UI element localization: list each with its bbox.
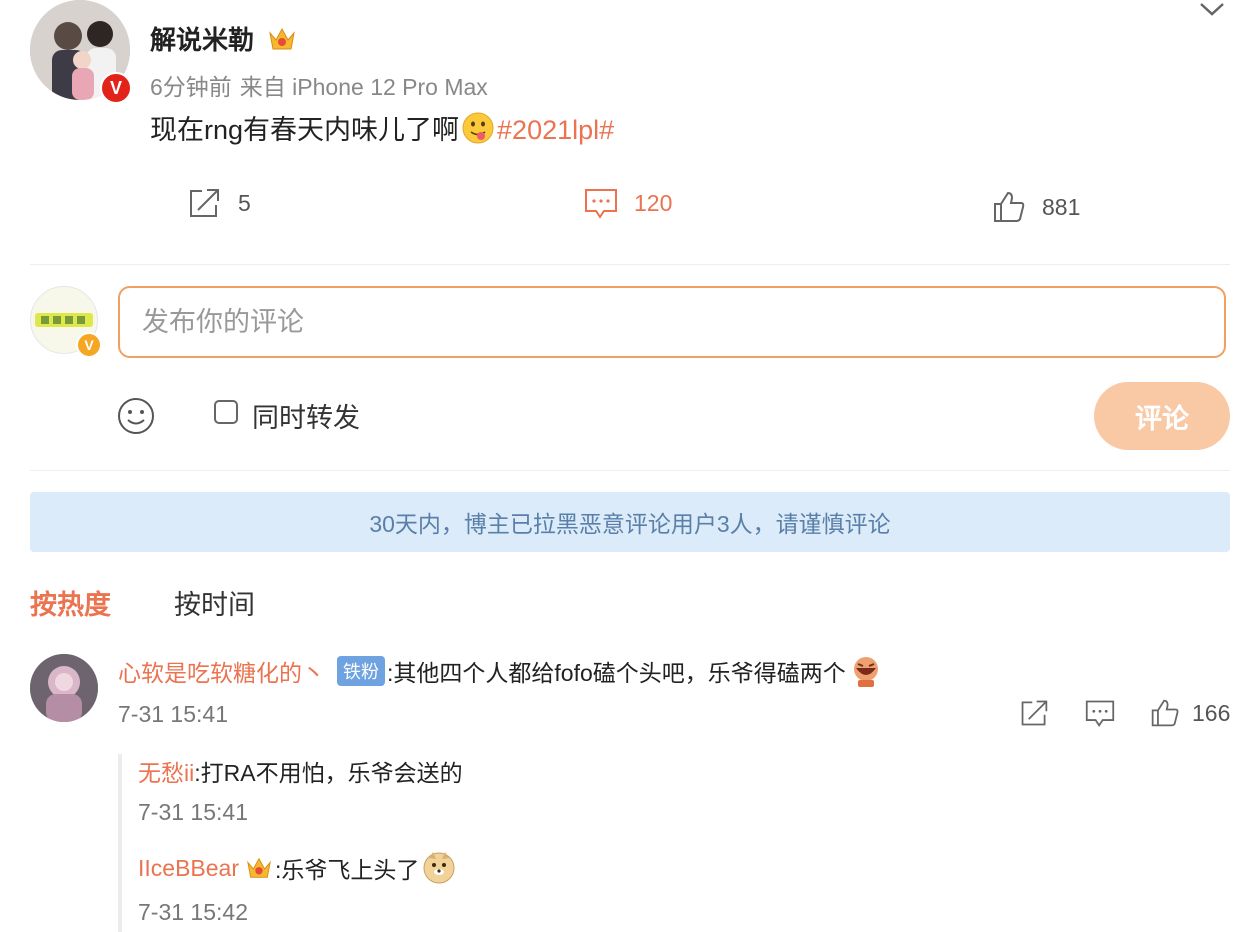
thumbs-up-icon [994,191,1025,222]
comment-text: :其他四个人都给fofo磕个头吧，乐爷得磕两个 [387,660,846,686]
crown-icon [267,25,297,60]
reply-thread-bar [118,754,122,932]
tongue-emoji-icon [461,111,495,152]
like-count: 881 [1042,193,1081,220]
comment-actions: 166 [1018,698,1230,728]
post-source: 来自 iPhone 12 Pro Max [239,74,488,100]
reply-item: IIceBBear :乐爷飞上头了 [138,850,457,886]
repost-button[interactable]: 5 [186,186,251,220]
comment-count: 120 [634,189,673,216]
reply-username[interactable]: IIceBBear [138,855,239,882]
repost-checkbox[interactable] [214,400,238,424]
post-meta: 6分钟前 来自 iPhone 12 Pro Max [150,68,488,102]
comment-username[interactable]: 心软是吃软糖化的丶 [118,654,325,688]
blocklist-notice: 30天内，博主已拉黑恶意评论用户3人，请谨慎评论 [30,492,1230,552]
submit-comment-button[interactable]: 评论 [1094,382,1230,450]
post-author-name[interactable]: 解说米勒 [150,25,254,55]
comment-input[interactable] [118,286,1226,358]
reply-username[interactable]: 无愁ii [138,754,194,788]
share-icon[interactable] [1018,698,1050,728]
repost-count: 5 [238,189,251,216]
post-text: 现在rng有春天内味儿了啊 [150,115,460,145]
comment-body: 心软是吃软糖化的丶 铁粉 :其他四个人都给fofo磕个头吧，乐爷得磕两个 [118,654,884,688]
reply-text: :打RA不用怕，乐爷会送的 [194,760,463,786]
doge-emoji-icon [421,850,457,886]
laughing-emoji-icon [848,654,884,688]
post-author[interactable]: 解说米勒 [150,20,297,60]
tab-sort-time[interactable]: 按时间 [174,583,255,622]
comment-time: 7-31 15:41 [118,701,228,727]
like-button[interactable]: 881 [992,190,1080,224]
post-time: 6分钟前 [150,74,232,100]
fan-badge: 铁粉 [337,656,385,686]
reply-text: :乐爷飞上头了 [275,857,420,883]
tab-sort-hot[interactable]: 按热度 [30,583,111,622]
divider [30,264,1230,265]
comment-icon [585,189,617,219]
reply-icon[interactable] [1084,698,1116,728]
chevron-down-icon[interactable] [1198,0,1226,20]
emoji-picker-icon[interactable] [116,396,156,441]
repost-checkbox-label[interactable]: 同时转发 [252,396,360,435]
share-icon [190,189,219,217]
verified-badge-icon: V [100,72,132,104]
reply-time: 7-31 15:41 [138,799,248,825]
crown-icon [245,855,273,881]
divider [30,470,1230,471]
comment-button[interactable]: 120 [584,186,672,220]
hashtag-link[interactable]: #2021lpl# [497,115,614,145]
reply-time: 7-31 15:42 [138,899,248,925]
thumbs-up-icon[interactable] [1150,698,1180,728]
post-content: 现在rng有春天内味儿了啊 #2021lpl# [150,108,614,152]
comment-like-count: 166 [1192,699,1231,726]
reply-item: 无愁ii :打RA不用怕，乐爷会送的 [138,754,463,788]
commenter-avatar[interactable] [30,654,98,722]
verified-badge-icon: V [76,332,102,358]
